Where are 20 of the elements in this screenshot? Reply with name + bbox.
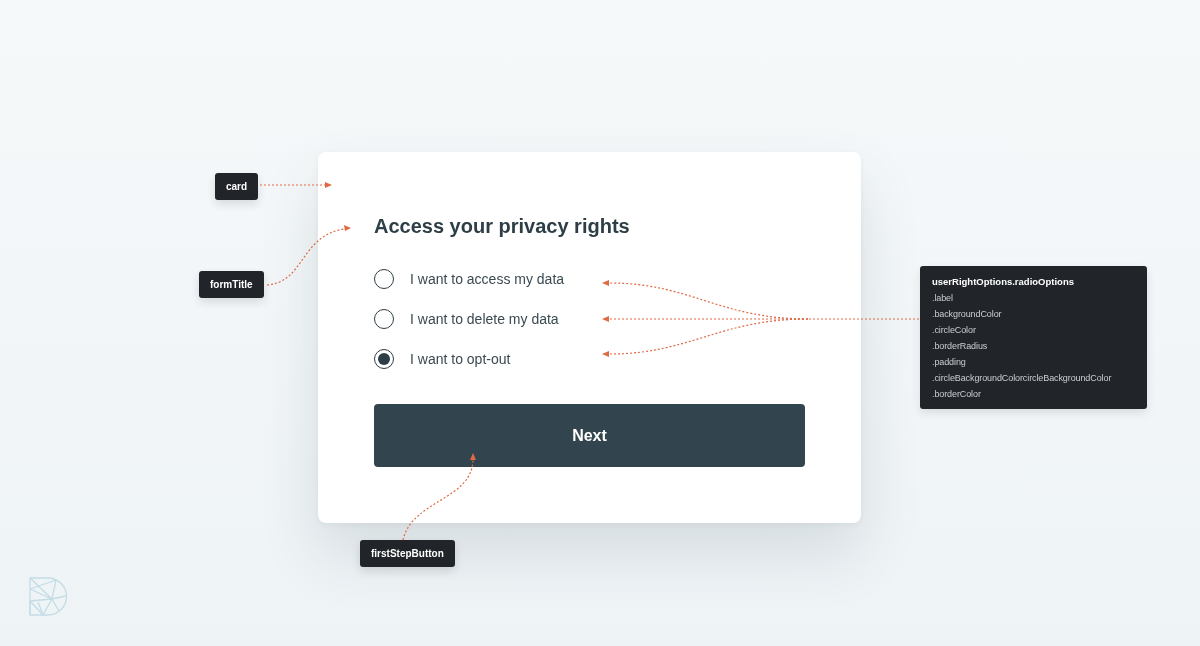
radio-option[interactable]: I want to delete my data [374,299,559,339]
form-title: Access your privacy rights [374,214,630,238]
property-name: .circleBackgroundColorcircleBackgroundColor [932,372,1112,385]
panel-title: userRightOptions.radioOptions [932,275,1074,289]
property-name: .circleColor [932,324,976,337]
property-name: .borderRadius [932,340,988,353]
property-name: .padding [932,356,966,369]
logo-icon [29,577,68,616]
radio-button[interactable] [374,309,394,329]
callout-label: card [215,173,259,200]
radio-button[interactable] [374,269,394,289]
radio-option[interactable]: I want to access my data [374,259,565,299]
radio-button[interactable] [374,349,394,369]
property-name: .borderColor [932,388,981,401]
callout-label: firstStepButton [360,540,455,567]
property-name: .backgroundColor [932,308,1002,321]
property-name: .label [932,292,953,305]
radio-option[interactable]: I want to opt-out [374,339,511,379]
next-button[interactable]: Next [374,404,805,467]
callout-label: formTitle [199,271,264,298]
